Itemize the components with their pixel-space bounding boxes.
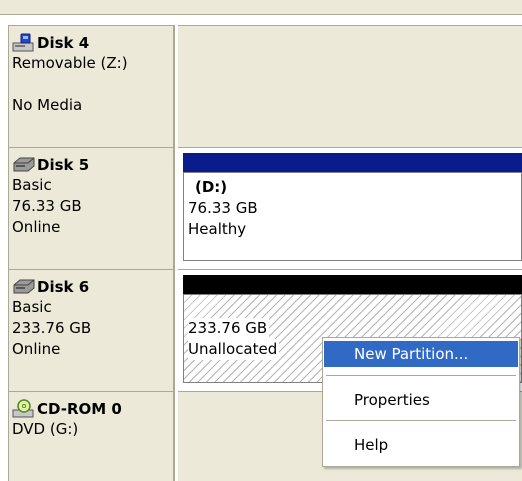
disk-spacer — [12, 74, 173, 95]
top-scroll-strip — [0, 0, 522, 15]
unallocated-bar — [183, 275, 522, 295]
disk-label-cd-rom-0[interactable]: CD-ROM 0 DVD (G:) — [8, 391, 175, 481]
volume-status: Unallocated — [188, 339, 280, 360]
disk-type: DVD (G:) — [12, 420, 79, 438]
disk-row-disk-4[interactable]: Disk 4 Removable (Z:) No Media — [8, 25, 522, 147]
disk-size: 233.76 GB — [12, 319, 92, 337]
disk-type: Basic — [12, 298, 52, 316]
volume-status: Healthy — [188, 220, 247, 238]
disk-label-disk-5[interactable]: Disk 5 Basic 76.33 GB Online — [8, 147, 175, 269]
disk-label-disk-6[interactable]: Disk 6 Basic 233.76 GB Online — [8, 269, 175, 391]
disk-4-empty-area — [178, 25, 522, 147]
disk-size: 76.33 GB — [12, 197, 82, 215]
disk-name: Disk 5 — [37, 156, 90, 174]
removable-disk-icon — [12, 33, 34, 52]
disk-5-volume-area: (D:) 76.33 GB Healthy — [178, 147, 522, 269]
disk-name: CD-ROM 0 — [37, 400, 122, 418]
volume-d[interactable]: (D:) 76.33 GB Healthy — [183, 172, 522, 261]
disk-label-disk-4[interactable]: Disk 4 Removable (Z:) No Media — [8, 25, 175, 147]
disk-status: No Media — [12, 96, 83, 114]
disk-status: Online — [12, 218, 61, 236]
menu-separator — [326, 375, 516, 376]
disk-type: Removable (Z:) — [12, 54, 128, 72]
hard-disk-icon — [13, 157, 35, 172]
volume-size: 76.33 GB — [188, 199, 258, 217]
volume-size: 233.76 GB — [188, 318, 270, 339]
hard-disk-icon — [13, 279, 35, 294]
disk-management-view: Disk 4 Removable (Z:) No Media Disk 5 Ba… — [0, 0, 522, 481]
volume-letter: (D:) — [195, 178, 228, 196]
disk-name: Disk 6 — [37, 278, 90, 296]
disk-name: Disk 4 — [37, 34, 90, 52]
disk-type: Basic — [12, 176, 52, 194]
cd-rom-icon — [12, 399, 34, 418]
disk-status: Online — [12, 340, 61, 358]
context-menu: New Partition... Properties Help — [322, 337, 520, 467]
primary-partition-bar — [183, 153, 522, 173]
disk-row-disk-5[interactable]: Disk 5 Basic 76.33 GB Online (D:) 76.33 … — [8, 147, 522, 269]
menu-separator — [326, 420, 516, 421]
menu-item-new-partition[interactable]: New Partition... — [324, 341, 518, 367]
menu-item-properties[interactable]: Properties — [324, 387, 518, 413]
menu-item-help[interactable]: Help — [324, 432, 518, 458]
